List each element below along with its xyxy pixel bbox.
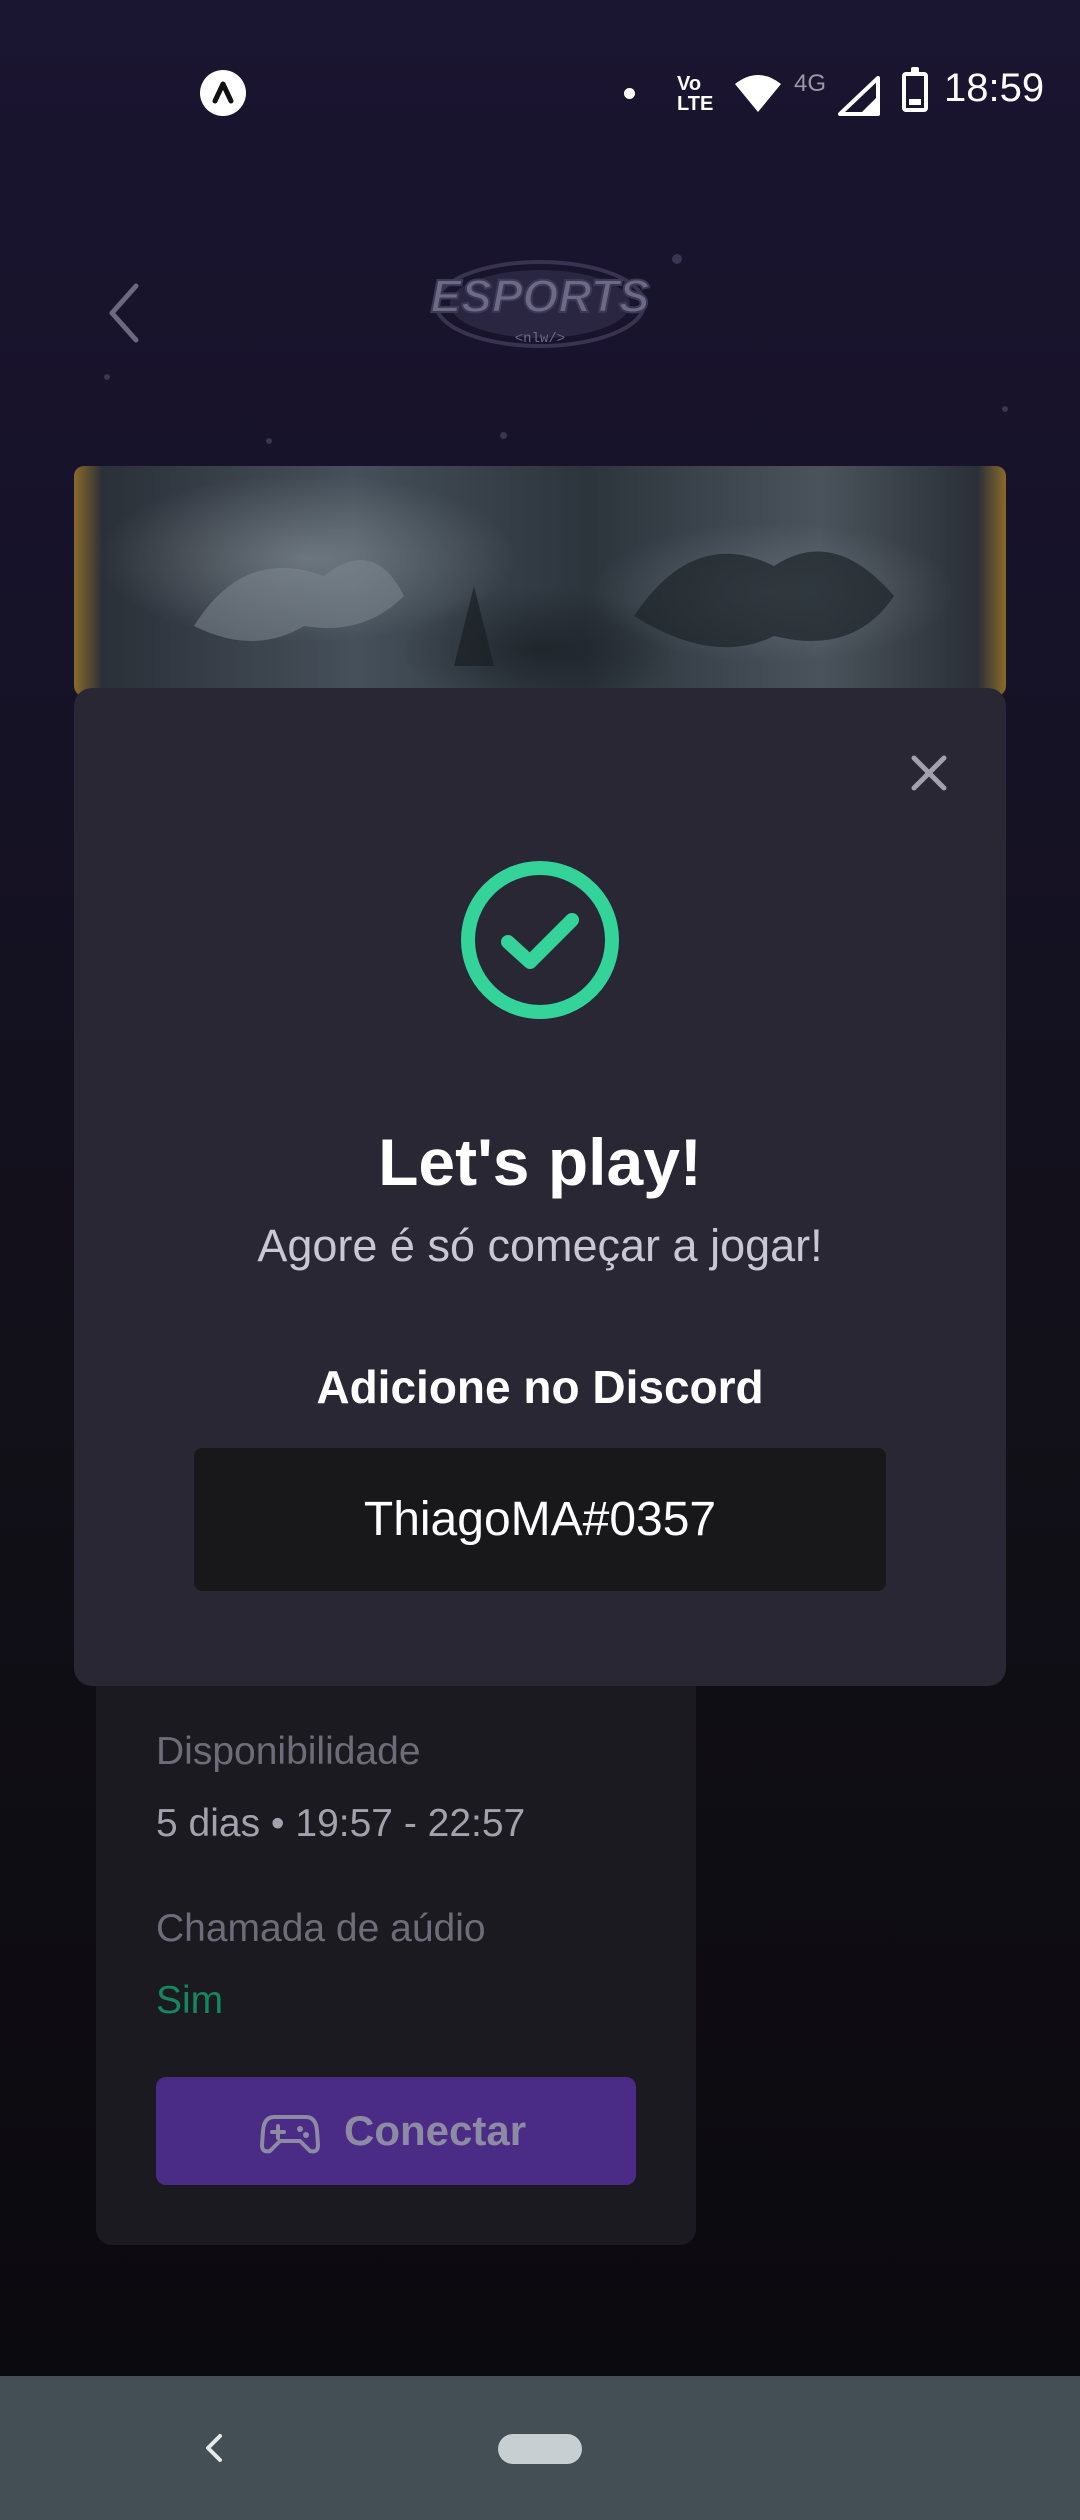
close-button[interactable] <box>896 740 962 806</box>
back-button[interactable] <box>100 278 150 348</box>
discord-label: Adicione no Discord <box>316 1361 764 1413</box>
availability-label: Disponibilidade <box>156 1730 421 1773</box>
background-star <box>1002 406 1008 412</box>
check-circle-icon <box>460 860 620 1020</box>
system-nav-bar <box>0 2376 1080 2520</box>
esports-logo: ESPORTS <nlw/> <box>430 242 651 372</box>
availability-value: 5 dias • 19:57 - 22:57 <box>156 1802 526 1845</box>
logo-subtext: <nlw/> <box>515 331 565 347</box>
volte-bottom: LTE <box>677 93 714 115</box>
close-icon <box>911 755 947 791</box>
volte-icon: Vo LTE <box>677 74 713 114</box>
app-icon <box>200 70 246 116</box>
notification-dot-icon <box>624 88 635 99</box>
battery-icon <box>902 67 928 112</box>
network-type-label: 4G <box>794 70 827 97</box>
chevron-left-icon <box>109 283 139 343</box>
logo-text: ESPORTS <box>431 270 650 322</box>
background-star <box>672 254 682 264</box>
gamepad-icon <box>260 2115 320 2154</box>
voice-call-label: Chamada de aúdio <box>156 1907 486 1950</box>
discord-id-value: ThiagoMA#0357 <box>363 1493 717 1546</box>
background-star <box>500 432 507 439</box>
nav-back-button[interactable] <box>198 2424 228 2477</box>
modal-title: Let's play! <box>378 1125 702 1199</box>
discord-id-box[interactable]: ThiagoMA#0357 <box>194 1448 886 1591</box>
nav-back-icon <box>206 2434 222 2462</box>
voice-call-value: Sim <box>156 1979 224 2022</box>
volte-top: Vo <box>677 73 702 95</box>
status-time: 18:59 <box>944 66 1045 110</box>
modal-subtitle: Agore é só começar a jogar! <box>257 1220 823 1271</box>
wifi-icon <box>733 74 783 119</box>
background-star <box>266 438 272 444</box>
background-star <box>104 374 110 380</box>
connect-button-label: Conectar <box>344 2107 527 2154</box>
signal-icon <box>838 76 880 121</box>
nav-home-button[interactable] <box>498 2434 582 2464</box>
connect-button[interactable]: Conectar <box>156 2077 636 2185</box>
game-banner-image <box>74 466 1006 696</box>
status-bar: Vo LTE 4G 18:59 <box>0 0 1080 190</box>
